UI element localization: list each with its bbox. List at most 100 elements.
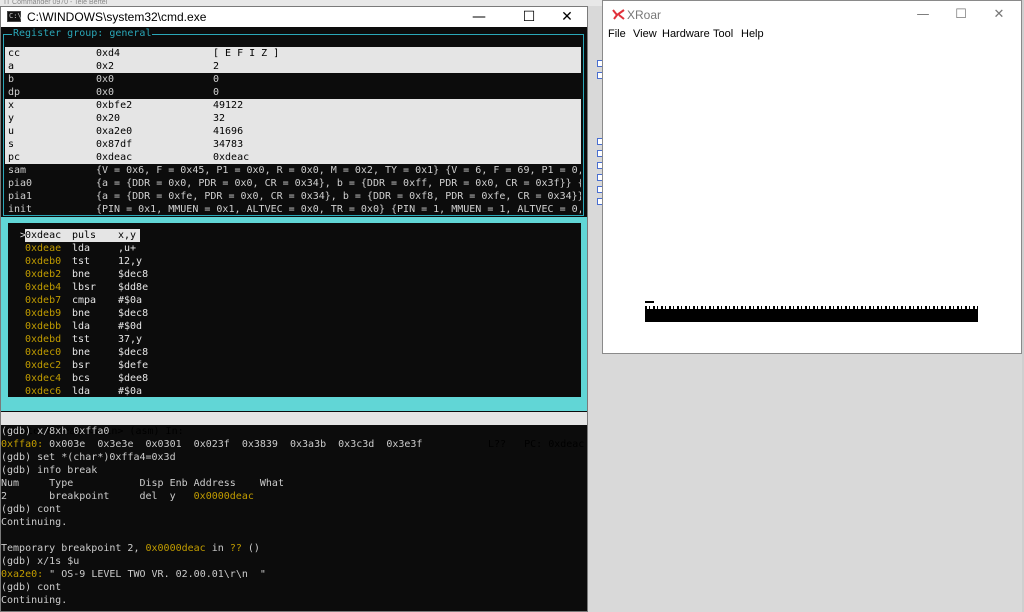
register-name: pia1 [8,191,33,202]
register-row: cc 0xd4 [ E F I Z ] [5,47,581,60]
asm-line[interactable]: 0xdec4 bcs $dee8 [8,372,581,385]
menu-help[interactable]: Help [741,28,764,40]
register-value: 0 [213,74,220,85]
menu-view[interactable]: View [633,28,657,40]
register-group-label: Register group: general [12,28,153,40]
asm-address: 0xdeb4 [25,282,62,293]
asm-operands: $dec8 [118,347,149,358]
asm-address: 0xdeb9 [25,308,62,319]
asm-line[interactable]: 0xdec6 lda #$0a [8,385,581,398]
gdb-address-text: 0xa2e0: [1,569,44,580]
asm-mnemonic: lbsr [72,282,97,293]
asm-line[interactable]: 0xdeb9 bne $dec8 [8,307,581,320]
register-name: b [8,74,15,85]
asm-line[interactable]: 0xdeb4 lbsr $dd8e [8,281,581,294]
gdb-line: 0xffa0: 0x003e 0x3e3e 0x0301 0x023f 0x38… [1,438,587,451]
register-row: pc 0xdeac 0xdeac [5,151,581,164]
gdb-line: (gdb) set *(char*)0xffa4=0x3d [1,451,587,464]
asm-mnemonic: bne [72,347,91,358]
gdb-line: 2 breakpoint del y 0x0000deac [1,490,587,503]
register-name: s [8,139,15,150]
asm-operands: x,y [118,230,137,241]
xroar-titlebar[interactable]: XRoar — ☐ ✕ [603,1,1021,28]
asm-current-line[interactable]: >0xdeac puls x,y [8,229,581,242]
asm-operands: #$0a [118,386,143,397]
asm-line[interactable]: 0xdeb0 tst 12,y [8,255,581,268]
asm-line[interactable]: 0xdeb2 bne $dec8 [8,268,581,281]
cmd-window: C:\ C:\WINDOWS\system32\cmd.exe — ☐ ✕ Re… [0,6,588,612]
asm-operands: $dec8 [118,269,149,280]
register-struct-value: {PIN = 0x1, MMUEN = 0x1, ALTVEC = 0x0, T… [96,204,581,215]
asm-line[interactable]: 0xdeb7 cmpa #$0a [8,294,581,307]
gdb-text: (gdb) x/8xh 0xffa0 [1,426,110,437]
asm-address: 0xdeb0 [25,256,62,267]
gdb-line: (gdb) info break [1,464,587,477]
asm-address: 0xdeac [25,229,62,242]
asm-address: 0xdeb7 [25,295,62,306]
register-name: cc [8,48,21,59]
gdb-line: 0xa2e0: " OS-9 LEVEL TWO VR. 02.00.01\r\… [1,568,587,581]
menu-tool[interactable]: Tool [713,28,733,40]
asm-line[interactable]: 0xdebb lda #$0d [8,320,581,333]
register-name: init [8,204,33,215]
register-struct-row: sam {V = 0x6, F = 0x45, P1 = 0x0, R = 0x0… [5,164,581,177]
register-name: sam [8,165,27,176]
register-value: 49122 [213,100,244,111]
register-row: u 0xa2e0 41696 [5,125,581,138]
register-hex: 0xbfe2 [96,100,133,111]
gdb-text: 0x003e 0x3e3e 0x0301 0x023f 0x3839 0x3a3… [43,439,423,450]
gdb-text: () [241,543,260,554]
asm-line[interactable]: 0xdec0 bne $dec8 [8,346,581,359]
cmd-titlebar[interactable]: C:\ C:\WINDOWS\system32\cmd.exe — ☐ ✕ [1,7,587,27]
register-row: dp 0x0 0 [5,86,581,99]
gdb-address-text: 0x0000deac [145,543,206,554]
gdb-line: Num Type Disp Enb Address What [1,477,587,490]
register-struct-value: {a = {DDR = 0xfe, PDR = 0x0, CR = 0x34},… [96,191,581,202]
emulator-garbled-line [645,309,978,322]
emulator-screen[interactable] [603,43,1021,353]
asm-mnemonic: puls [72,230,97,241]
asm-mnemonic: tst [72,256,91,267]
asm-line[interactable]: 0xdebd tst 37,y [8,333,581,346]
xroar-minimize-button[interactable]: — [905,1,941,28]
register-value: 34783 [213,139,244,150]
asm-address: 0xdeb2 [25,269,62,280]
register-value: 0 [213,87,220,98]
xroar-maximize-button[interactable]: ☐ [943,1,979,28]
menu-file[interactable]: File [608,28,626,40]
register-struct-row: init {PIN = 0x1, MMUEN = 0x1, ALTVEC = 0x… [5,203,581,216]
xroar-close-button[interactable]: ✕ [981,1,1017,28]
asm-mnemonic: cmpa [72,295,97,306]
register-name: pc [8,152,21,163]
asm-operands: 37,y [118,334,143,345]
gdb-text: Temporary breakpoint 2, [1,543,146,554]
register-value: 32 [213,113,226,124]
asm-mnemonic: lda [72,321,91,332]
asm-line[interactable]: 0xdeae lda ,u+ [8,242,581,255]
asm-line[interactable]: 0xdec2 bsr $defe [8,359,581,372]
close-button[interactable]: ✕ [545,7,587,27]
menu-hardware[interactable]: Hardware [662,28,710,40]
asm-address: 0xdebb [25,321,62,332]
asm-address: 0xdec0 [25,347,62,358]
minimize-button[interactable]: — [457,7,501,27]
gdb-line: (gdb) cont [1,503,587,516]
gdb-text: Continuing. [1,517,68,528]
gdb-text: " OS-9 LEVEL TWO VR. 02.00.01\r\n " [43,569,266,580]
gdb-line: Continuing. [1,516,587,529]
gdb-text: Continuing. [1,595,68,606]
asm-panel[interactable]: >0xdeac puls x,y 0xdeae lda ,u+ 0xdeb0 tst 12,y 0… [8,223,581,397]
gdb-line: (gdb) x/1s $u [1,555,587,568]
asm-mnemonic: bsr [72,360,91,371]
asm-operands: 12,y [118,256,143,267]
register-row: y 0x20 32 [5,112,581,125]
asm-operands: $dee8 [118,373,149,384]
gdb-address-text: 0xffa0: [1,439,44,450]
register-hex: 0xd4 [96,48,121,59]
asm-operands: $defe [118,360,149,371]
register-value: 2 [213,61,220,72]
register-hex: 0x20 [96,113,121,124]
gdb-console[interactable]: (gdb) x/8xh 0xffa0 0xffa0: 0x003e 0x3e3e … [1,425,587,607]
gdb-address-text: ?? [229,543,242,554]
xroar-window: XRoar — ☐ ✕ File View Hardware Tool Help [602,0,1022,354]
